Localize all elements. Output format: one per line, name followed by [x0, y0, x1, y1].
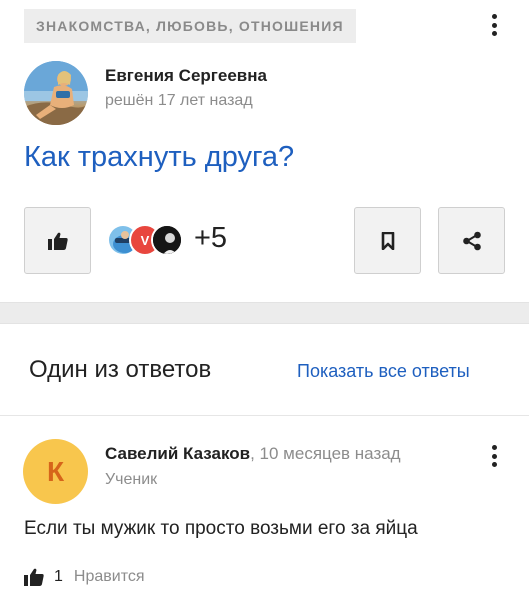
share-icon [462, 231, 481, 250]
show-all-answers-link[interactable]: Показать все ответы [297, 361, 470, 382]
answer-author-avatar[interactable]: К [23, 439, 88, 504]
category-tag[interactable]: ЗНАКОМСТВА, ЛЮБОВЬ, ОТНОШЕНИЯ [24, 9, 356, 43]
like-button[interactable] [24, 207, 91, 274]
share-button[interactable] [438, 207, 505, 274]
answer-time: 10 месяцев назад [254, 444, 401, 463]
bookmark-button[interactable] [354, 207, 421, 274]
question-status: решён 17 лет назад [105, 92, 253, 109]
bookmark-icon [381, 231, 394, 250]
thumbs-up-icon [47, 232, 68, 250]
likers-more-count[interactable]: +5 [194, 222, 227, 255]
thumbs-up-icon [24, 568, 44, 586]
liker-avatar-letter: V [140, 232, 150, 248]
question-menu-icon[interactable] [482, 12, 506, 38]
answer-author-name[interactable]: Савелий Казаков [105, 444, 250, 463]
answer-author-rank: Ученик [105, 471, 158, 488]
answers-heading: Один из ответов [29, 356, 212, 383]
question-card: ЗНАКОМСТВА, ЛЮБОВЬ, ОТНОШЕНИЯ Евгения Се… [0, 0, 529, 303]
liker-avatar-3[interactable] [151, 224, 183, 256]
divider [0, 415, 529, 416]
answer-author-line: Савелий Казаков, 10 месяцев назад [105, 444, 401, 464]
answer-like-count: 1 [54, 568, 63, 585]
author-name[interactable]: Евгения Сергеевна [105, 66, 267, 86]
author-avatar[interactable] [24, 61, 88, 125]
answer-menu-icon[interactable] [482, 443, 506, 469]
answer-text: Если ты мужик то просто возьми его за яй… [24, 518, 418, 539]
answer-like-button[interactable]: 1 Нравится [24, 566, 145, 588]
question-title[interactable]: Как трахнуть друга? [24, 141, 294, 174]
answer-like-label: Нравится [73, 568, 145, 585]
